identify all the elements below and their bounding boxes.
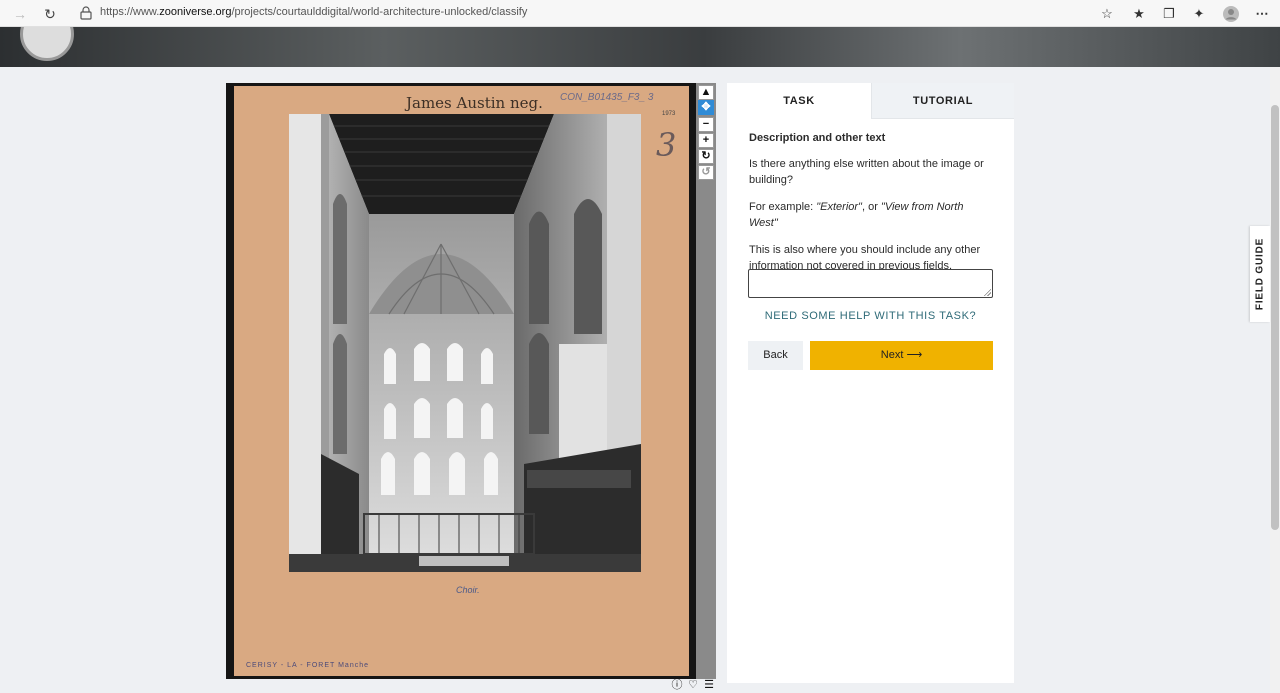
forward-icon[interactable]: → [10,4,30,24]
archive-card: James Austin neg. CON_B01435_F3_ 3 1973 … [234,86,689,676]
card-reference: CON_B01435_F3_ 3 [560,92,654,103]
next-button[interactable]: Next ⟶ [810,341,993,370]
lock-icon [80,6,92,20]
copilot-icon[interactable]: ✦ [1189,4,1209,24]
arrow-right-icon: ⟶ [906,349,923,361]
task-heading: Description and other text [749,132,886,144]
favorites-icon[interactable]: ★ [1129,4,1149,24]
favorite-heart-icon[interactable]: ♡ [685,678,701,692]
move-icon[interactable]: ✥ [698,100,714,115]
viewer-toolbar: ▲ ✥ − + ↻ ↺ [696,83,716,679]
collections-list-icon[interactable]: ☰ [701,678,717,692]
project-logo[interactable] [20,27,74,61]
task-tabs: TASK TUTORIAL [727,83,1014,119]
info-icon[interactable]: ⓘ [669,678,685,692]
profile-avatar-icon[interactable] [1221,4,1241,24]
tab-tutorial[interactable]: TUTORIAL [871,83,1014,119]
collections-icon[interactable]: ❐ [1159,4,1179,24]
answer-textarea[interactable] [748,269,993,298]
card-caption: Choir. [456,585,480,595]
refresh-icon[interactable]: ↻ [40,4,60,24]
rotate-icon[interactable]: ↻ [698,149,714,164]
reset-icon[interactable]: ↺ [698,165,714,180]
task-panel: TASK TUTORIAL Description and other text… [727,83,1014,683]
zoom-out-icon[interactable]: − [698,117,714,132]
zoom-in-icon[interactable]: + [698,133,714,148]
favorite-add-icon[interactable]: ☆ [1097,4,1117,24]
address-bar[interactable]: https://www.zooniverse.org/projects/cour… [70,3,1120,24]
field-guide-button[interactable]: FIELD GUIDE [1250,226,1270,322]
church-interior-photo [289,114,641,572]
task-content: Description and other text Is there anyt… [749,130,994,285]
tab-task[interactable]: TASK [727,83,871,119]
task-question: Is there anything else written about the… [749,158,984,186]
card-header-text: James Austin neg. [406,94,543,112]
url-text: https://www.zooniverse.org/projects/cour… [100,6,528,18]
task-help-link[interactable]: NEED SOME HELP WITH THIS TASK? [727,310,1014,322]
browser-toolbar: → ↻ https://www.zooniverse.org/projects/… [0,0,1280,27]
resize-grip-icon[interactable] [983,288,991,296]
project-banner [0,27,1280,67]
subject-viewer[interactable]: James Austin neg. CON_B01435_F3_ 3 1973 … [226,83,696,679]
more-options-icon[interactable]: ⋯ [1252,4,1272,24]
card-number: 3 [656,126,677,164]
page-scrollbar-thumb[interactable] [1271,105,1279,530]
subject-actions: ⓘ ♡ ☰ [669,678,717,692]
pointer-icon[interactable]: ▲ [698,85,714,100]
card-location: CERISY - LA - FORET Manche [246,662,369,669]
back-button[interactable]: Back [748,341,803,370]
task-example: For example: "Exterior", or "View from N… [749,201,964,229]
card-small-number: 1973 [662,111,676,117]
